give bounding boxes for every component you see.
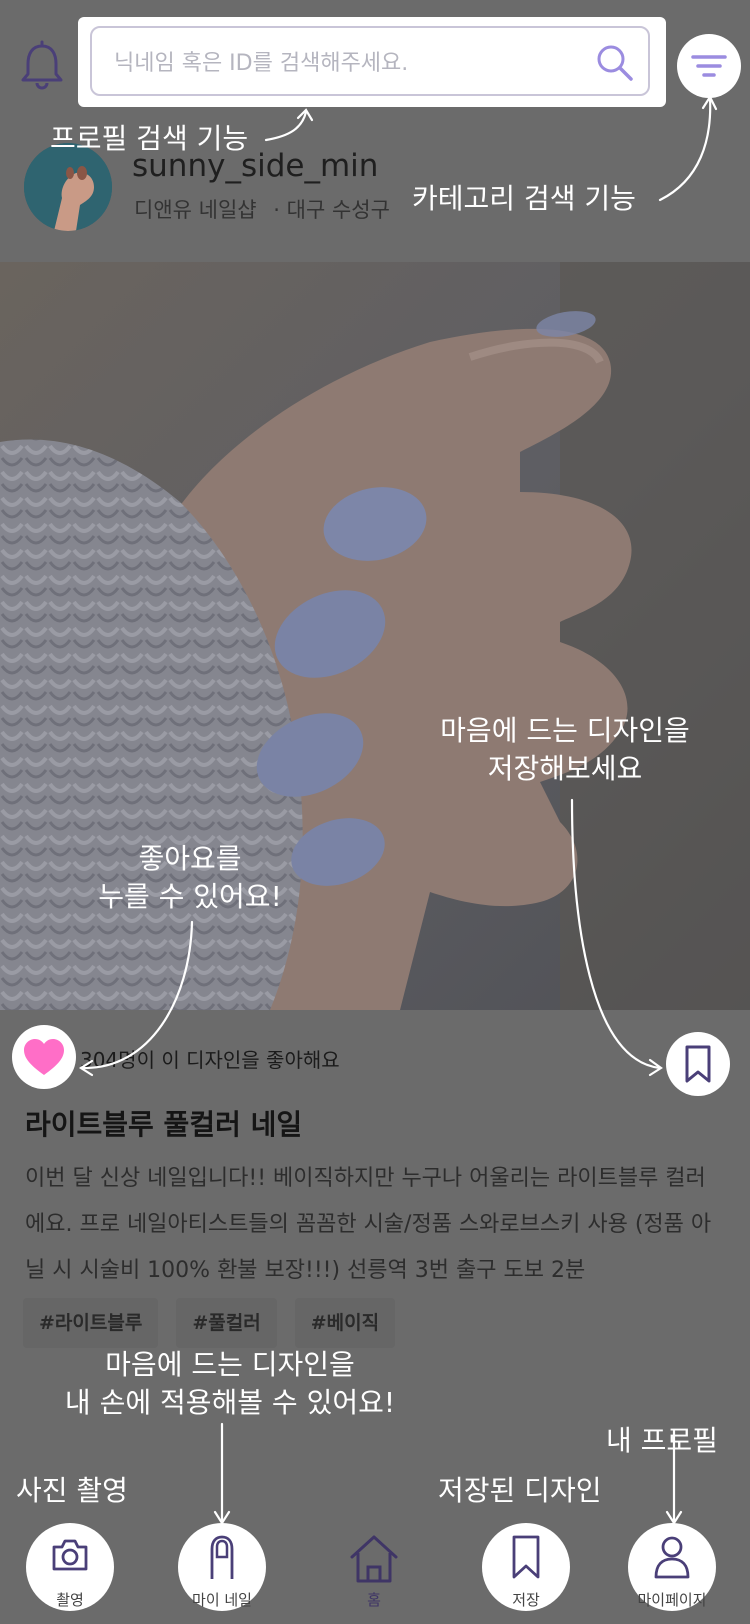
profile-shop-line: 디앤유 네일샵 · 대구 수성구	[134, 194, 390, 224]
search-container	[78, 17, 666, 107]
annotation-apply-line1: 마음에 드는 디자인을	[105, 1348, 355, 1381]
nav-saved-button[interactable]: 저장	[482, 1523, 570, 1611]
tag-chip[interactable]: #풀컬러	[176, 1298, 277, 1348]
annotation-photo-capture: 사진 촬영	[16, 1474, 128, 1507]
like-button[interactable]	[12, 1025, 76, 1089]
annotation-save-design: 마음에 드는 디자인을 저장해보세요	[400, 712, 730, 788]
annotation-like-line2: 누를 수 있어요!	[98, 880, 282, 913]
annotation-apply-line2: 내 손에 적용해볼 수 있어요!	[64, 1386, 396, 1419]
camera-icon	[52, 1539, 88, 1571]
user-profile-icon	[654, 1536, 690, 1579]
bookmark-button[interactable]	[666, 1032, 730, 1096]
nav-camera-button[interactable]: 촬영	[26, 1523, 114, 1611]
search-input[interactable]	[112, 42, 586, 84]
shop-name: 디앤유 네일샵	[134, 198, 257, 222]
annotation-category-search: 카테고리 검색 기능	[412, 182, 636, 215]
annotation-like: 좋아요를 누를 수 있어요!	[60, 840, 320, 916]
nav-home-button[interactable]: 홈	[330, 1523, 418, 1611]
nav-my-nail-label: 마이 네일	[192, 1591, 252, 1609]
nav-camera-label: 촬영	[56, 1591, 84, 1609]
nav-saved-label: 저장	[512, 1591, 540, 1609]
nav-my-nail-button[interactable]: 마이 네일	[178, 1523, 266, 1611]
category-filter-button[interactable]	[677, 34, 741, 98]
like-count-text: 304명이 이 디자인을 좋아해요	[80, 1048, 340, 1072]
notification-bell-icon[interactable]	[20, 40, 64, 90]
nav-mypage-label: 마이페이지	[637, 1591, 707, 1609]
annotation-profile-search: 프로필 검색 기능	[50, 122, 249, 155]
shop-location: · 대구 수성구	[273, 198, 390, 222]
filter-icon	[691, 55, 727, 77]
finger-nail-icon	[210, 1535, 234, 1579]
nav-home-label: 홈	[367, 1591, 381, 1609]
heart-icon	[24, 1039, 64, 1075]
design-title: 라이트블루 풀컬러 네일	[25, 1108, 303, 1141]
annotation-my-profile: 내 프로필	[606, 1424, 718, 1457]
bookmark-icon	[685, 1045, 711, 1083]
search-icon[interactable]	[594, 42, 634, 82]
home-icon	[350, 1535, 398, 1583]
annotation-saved-designs: 저장된 디자인	[438, 1474, 602, 1507]
nav-mypage-button[interactable]: 마이페이지	[628, 1523, 716, 1611]
annotation-save-design-line1: 마음에 드는 디자인을	[440, 714, 690, 747]
tag-chip[interactable]: #베이직	[294, 1298, 396, 1348]
bookmark-icon	[512, 1535, 540, 1579]
annotation-apply-design: 마음에 드는 디자인을 내 손에 적용해볼 수 있어요!	[40, 1346, 420, 1422]
search-box	[90, 26, 650, 96]
tag-chip[interactable]: #라이트블루	[23, 1298, 159, 1348]
tag-list: #라이트블루 #풀컬러 #베이직	[23, 1298, 396, 1348]
design-description: 이번 달 신상 네일입니다!! 베이직하지만 누구나 어울리는 라이트블루 컬러…	[25, 1166, 712, 1283]
annotation-like-line1: 좋아요를	[138, 842, 242, 875]
annotation-save-design-line2: 저장해보세요	[487, 752, 643, 785]
